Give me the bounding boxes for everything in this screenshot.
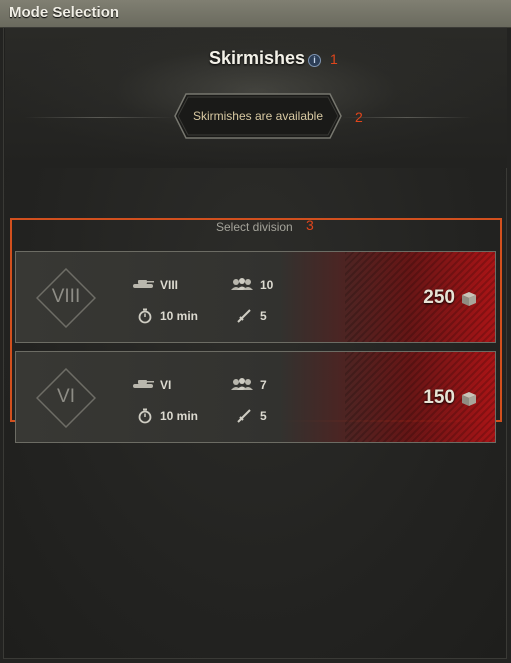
annotation-marker-2: 2 [355, 109, 363, 125]
rifle-icon [237, 309, 251, 323]
battles-value: 5 [260, 309, 267, 323]
crate-icon [462, 392, 476, 406]
divider-left [24, 117, 174, 118]
status-badge: Skirmishes are available [174, 93, 342, 139]
battles-value: 5 [260, 409, 267, 423]
window-title: Mode Selection [9, 4, 120, 21]
tank-tier-value: VI [160, 378, 172, 392]
reward-amount: 150 [423, 387, 455, 408]
players-icon [231, 378, 253, 390]
tier-numeral: VIII [51, 286, 81, 307]
players-icon [231, 278, 253, 290]
info-icon[interactable]: i [308, 54, 321, 67]
annotation-marker-1: 1 [330, 51, 338, 67]
tank-tier-value: VIII [160, 278, 179, 292]
duration-value: 10 min [160, 309, 199, 323]
status-text: Skirmishes are available [192, 109, 324, 123]
tier-numeral: VI [57, 386, 75, 407]
rifle-icon [237, 409, 251, 423]
division-option-viii[interactable]: VIII VIII 10 10 min 5 250 [15, 251, 496, 343]
tier-diamond: VI [36, 368, 96, 428]
tank-icon [133, 380, 154, 388]
players-value: 10 [260, 278, 274, 292]
reward-amount: 250 [423, 287, 455, 308]
mode-selection-window: Mode Selection Skirmishes i 1 Skirmishes… [0, 0, 511, 663]
mode-title: Skirmishes [209, 48, 306, 68]
stopwatch-icon [138, 408, 152, 424]
players-value: 7 [260, 378, 267, 392]
tier-diamond: VIII [36, 268, 96, 328]
division-option-vi[interactable]: VI VI 7 10 min 5 150 [15, 351, 496, 443]
crate-icon [462, 292, 476, 306]
duration-value: 10 min [160, 409, 199, 423]
window-titlebar[interactable]: Mode Selection [0, 0, 511, 28]
stopwatch-icon [138, 308, 152, 324]
tank-icon [133, 280, 154, 288]
